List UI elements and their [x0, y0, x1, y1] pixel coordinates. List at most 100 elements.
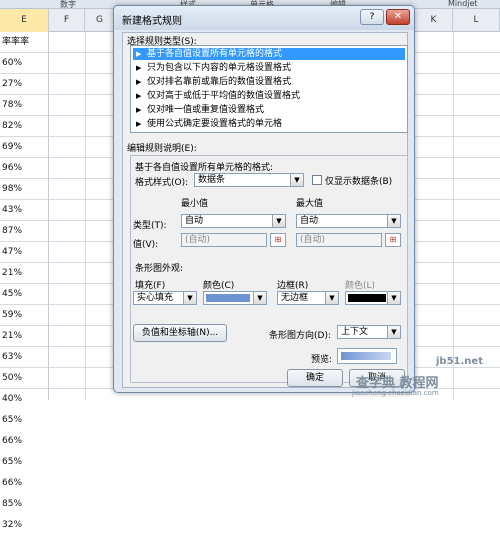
triangle-right-icon: ▶	[136, 106, 142, 114]
border-label: 边框(R)	[277, 281, 309, 291]
border-color-label: 颜色(L)	[345, 281, 376, 291]
preview-label: 预览:	[311, 355, 333, 365]
color-label: 颜色(C)	[203, 281, 235, 291]
cell-e[interactable]: 43%	[0, 200, 48, 221]
cell-e[interactable]: 63%	[0, 347, 48, 368]
column-header-f[interactable]: F	[49, 9, 85, 32]
column-header-l[interactable]: L	[453, 9, 500, 32]
cell-e[interactable]: 65%	[0, 410, 48, 431]
border-select[interactable]: 无边框 ▼	[277, 291, 339, 305]
cell-e[interactable]: 21%	[0, 263, 48, 284]
new-format-rule-dialog: 新建格式规则 ? ✕ 选择规则类型(S): ▶ 基于各自值设置所有单元格的格式 ▶…	[113, 5, 415, 393]
help-button[interactable]: ?	[360, 9, 384, 25]
group-heading: 基于各自值设置所有单元格的格式:	[135, 163, 274, 173]
rule-type-item-label: 只为包含以下内容的单元格设置格式	[147, 63, 292, 73]
min-value-input[interactable]: (自动)	[181, 233, 267, 247]
type-label: 类型(T):	[133, 221, 167, 231]
show-bar-only-label: 仅显示数据条(B)	[325, 177, 393, 187]
cell-e[interactable]: 47%	[0, 242, 48, 263]
cell-e[interactable]: 87%	[0, 221, 48, 242]
fill-label: 填充(F)	[135, 281, 166, 291]
grid-line	[453, 32, 454, 400]
fill-select[interactable]: 实心填充 ▼	[133, 291, 197, 305]
cell-e[interactable]: 78%	[0, 95, 48, 116]
rule-type-item[interactable]: ▶ 基于各自值设置所有单元格的格式	[133, 48, 405, 60]
column-header-e[interactable]: E	[0, 9, 49, 32]
rule-type-item-label: 仅对唯一值或重复值设置格式	[147, 105, 265, 115]
rule-type-list[interactable]: ▶ 基于各自值设置所有单元格的格式 ▶ 只为包含以下内容的单元格设置格式 ▶ 仅对排名…	[130, 45, 408, 133]
format-style-value: 数据条	[198, 175, 226, 185]
close-button[interactable]: ✕	[386, 9, 410, 25]
ribbon-group-mindjet[interactable]: Mindjet	[448, 0, 478, 8]
max-cell-picker-icon[interactable]: ⊞	[385, 233, 401, 247]
cell-e[interactable]: 59%	[0, 305, 48, 326]
rule-type-item-label: 仅对高于或低于平均值的数值设置格式	[147, 91, 301, 101]
chevron-down-icon: ▼	[387, 326, 400, 338]
column-header-g[interactable]: G	[85, 9, 115, 32]
chevron-down-icon: ▼	[387, 215, 400, 227]
bar-direction-select[interactable]: 上下文 ▼	[337, 325, 401, 339]
cell-e[interactable]: 82%	[0, 116, 48, 137]
max-type-select[interactable]: 自动 ▼	[296, 214, 401, 228]
show-bar-only-checkbox[interactable]	[312, 175, 322, 185]
ok-button[interactable]: 确定	[287, 369, 343, 387]
cell-e[interactable]: 66%	[0, 473, 48, 494]
dialog-body: 选择规则类型(S): ▶ 基于各自值设置所有单元格的格式 ▶ 只为包含以下内容的单元…	[122, 32, 408, 388]
rule-type-item[interactable]: ▶ 只为包含以下内容的单元格设置格式	[133, 62, 405, 74]
watermark-site: jb51.net	[436, 356, 483, 367]
triangle-right-icon: ▶	[136, 92, 142, 100]
rule-type-item-label: 使用公式确定要设置格式的单元格	[147, 119, 283, 129]
max-value-input[interactable]: (自动)	[296, 233, 382, 247]
cell-e[interactable]: 50%	[0, 368, 48, 389]
rule-type-item[interactable]: ▶ 仅对排名靠前或靠后的数值设置格式	[133, 76, 405, 88]
cell-e[interactable]: 65%	[0, 452, 48, 473]
fill-value: 实心填充	[137, 293, 174, 303]
rule-type-item[interactable]: ▶ 仅对高于或低于平均值的数值设置格式	[133, 90, 405, 102]
border-color-picker[interactable]: ▼	[345, 291, 401, 305]
preview-box	[337, 348, 397, 364]
format-style-label: 格式样式(O):	[135, 178, 189, 188]
negative-axis-button[interactable]: 负值和坐标轴(N)...	[133, 324, 227, 342]
watermark-url: jiaocheng.chazidian.com	[352, 389, 439, 397]
chevron-down-icon: ▼	[290, 174, 303, 186]
triangle-right-icon: ▶	[136, 120, 142, 128]
bar-direction-label: 条形图方向(D):	[269, 331, 331, 341]
edit-rule-label: 编辑规则说明(E):	[127, 144, 197, 154]
dialog-title: 新建格式规则	[122, 16, 182, 27]
max-heading: 最大值	[296, 199, 324, 209]
chevron-down-icon: ▼	[325, 292, 338, 304]
chevron-down-icon: ▼	[253, 292, 266, 304]
min-heading: 最小值	[181, 199, 209, 209]
bar-color-picker[interactable]: ▼	[203, 291, 267, 305]
chevron-down-icon: ▼	[387, 292, 400, 304]
bar-color-swatch	[206, 294, 250, 302]
triangle-right-icon: ▶	[136, 64, 142, 72]
rule-type-item-label: 仅对排名靠前或靠后的数值设置格式	[147, 77, 292, 87]
cell-e[interactable]: 32%	[0, 515, 48, 536]
bar-direction-value: 上下文	[341, 327, 369, 337]
min-cell-picker-icon[interactable]: ⊞	[270, 233, 286, 247]
rule-type-item[interactable]: ▶ 仅对唯一值或重复值设置格式	[133, 104, 405, 116]
cell-e[interactable]: 21%	[0, 326, 48, 347]
cell-e[interactable]: 96%	[0, 158, 48, 179]
column-header-k[interactable]: K	[415, 9, 453, 32]
bar-appearance-label: 条形图外观:	[135, 264, 184, 274]
cell-e[interactable]: 85%	[0, 494, 48, 515]
cell-e[interactable]: 27%	[0, 74, 48, 95]
column-e-border	[48, 9, 49, 400]
format-style-select[interactable]: 数据条 ▼	[194, 173, 304, 187]
border-color-swatch	[348, 294, 386, 302]
border-value: 无边框	[281, 293, 309, 303]
grid-line	[85, 32, 86, 400]
chevron-down-icon: ▼	[272, 215, 285, 227]
cell-e[interactable]: 45%	[0, 284, 48, 305]
cell-e[interactable]: 率率率	[0, 32, 48, 53]
cell-e[interactable]: 60%	[0, 53, 48, 74]
min-type-select[interactable]: 自动 ▼	[181, 214, 286, 228]
cell-e[interactable]: 66%	[0, 431, 48, 452]
rule-type-item[interactable]: ▶ 使用公式确定要设置格式的单元格	[133, 118, 405, 130]
cell-e[interactable]: 98%	[0, 179, 48, 200]
preview-bar	[341, 352, 391, 360]
edit-rule-group: 基于各自值设置所有单元格的格式: 格式样式(O): 数据条 ▼ 仅显示数据条(B)…	[130, 155, 408, 383]
cell-e[interactable]: 69%	[0, 137, 48, 158]
